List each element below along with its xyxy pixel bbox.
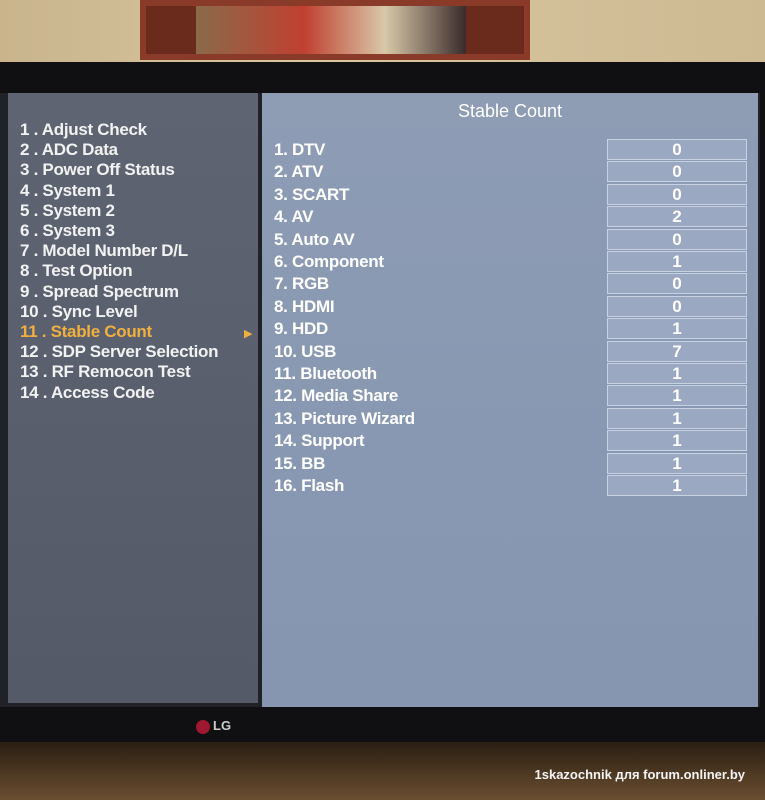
row-value: 1: [607, 452, 747, 474]
menu-item[interactable]: 5 . System 2: [20, 201, 115, 221]
watermark: 1skazochnik для forum.onliner.by: [534, 767, 745, 782]
menu-item[interactable]: 14 . Access Code: [20, 383, 155, 403]
menu-item[interactable]: 8 . Test Option: [20, 261, 133, 281]
menu-item[interactable]: 6 . System 3: [20, 221, 115, 241]
wall-background: [0, 0, 765, 70]
row-label: 11. Bluetooth: [274, 364, 377, 383]
row-label: 6. Component: [274, 252, 384, 271]
row-value: 1: [607, 318, 747, 340]
row-label: 12. Media Share: [274, 386, 399, 406]
row-label: 13. Picture Wizard: [274, 408, 415, 428]
row-value: 1: [607, 475, 747, 496]
row-label: 7. RGB: [274, 274, 329, 294]
menu-item[interactable]: 13 . RF Remocon Test: [20, 362, 191, 382]
row-label: 8. HDMI: [274, 296, 335, 316]
brand-text: LG: [213, 718, 232, 733]
row-label: 4. AV: [274, 207, 314, 227]
row-value: 0: [607, 183, 747, 205]
lg-logo: LG: [196, 718, 231, 734]
service-menu: 1 . Adjust Check 2 . ADC Data 3 . Power Of…: [8, 93, 258, 703]
lg-logo-icon: [196, 719, 210, 734]
menu-item[interactable]: 11 . Stable Count: [20, 322, 152, 342]
row-value: 1: [607, 407, 747, 429]
row-label: 10. USB: [274, 341, 337, 361]
row-value: 0: [607, 139, 747, 160]
row-value: 0: [607, 161, 747, 183]
row-value: 1: [607, 363, 747, 384]
tv-screen: 1 . Adjust Check 2 . ADC Data 3 . Power Of…: [0, 93, 760, 707]
submenu-arrow-icon: ▶: [244, 328, 253, 340]
menu-item[interactable]: 4 . System 1: [20, 181, 115, 201]
row-label: 14. Support: [274, 431, 365, 451]
menu-item[interactable]: 12 . SDP Server Selection: [20, 342, 218, 362]
menu-item[interactable]: 2 . ADC Data: [20, 140, 118, 160]
row-label: 5. Auto AV: [274, 229, 355, 249]
row-value: 0: [607, 273, 747, 295]
row-label: 9. HDD: [274, 319, 328, 339]
menu-item[interactable]: 7 . Model Number D/L: [20, 241, 188, 261]
row-label: 2. ATV: [274, 162, 324, 182]
row-value: 1: [607, 251, 747, 272]
menu-item[interactable]: 3 . Power Off Status: [20, 160, 175, 180]
row-value: 7: [607, 340, 747, 362]
row-label: 1. DTV: [274, 140, 326, 159]
row-value: 0: [607, 295, 747, 317]
menu-item[interactable]: 10 . Sync Level: [20, 302, 138, 322]
row-label: 15. BB: [274, 453, 326, 473]
row-value: 0: [607, 228, 747, 250]
panel-title: Stable Count: [457, 101, 563, 121]
row-value: 2: [607, 206, 747, 228]
row-value: 1: [607, 430, 747, 452]
row-value: 1: [607, 385, 747, 407]
menu-item[interactable]: 1 . Adjust Check: [20, 120, 147, 140]
picture-frame: [140, 0, 530, 60]
row-label: 16. Flash: [274, 476, 345, 495]
painting: [196, 6, 466, 54]
row-label: 3. SCART: [274, 184, 350, 204]
menu-item[interactable]: 9 . Spread Spectrum: [20, 282, 179, 302]
stable-count-panel: Stable Count 1. DTV 0 2. ATV 0 3. SCART 0 4. A…: [262, 93, 758, 707]
